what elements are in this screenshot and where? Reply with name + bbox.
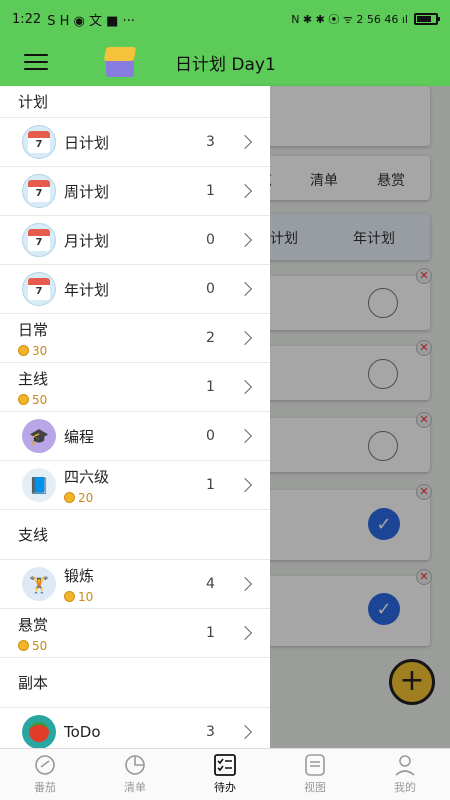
coin-reward: 30 xyxy=(18,344,48,358)
item-count: 0 xyxy=(206,428,215,444)
tomato-clock-icon xyxy=(33,754,57,776)
chevron-right-icon xyxy=(237,379,253,395)
drawer-item-week-plan[interactable]: 7 周计划 1 xyxy=(0,167,270,216)
coin-value: 50 xyxy=(32,392,48,407)
drawer-item-label: 日常 xyxy=(18,320,49,339)
tomato-icon xyxy=(22,715,56,748)
coin-reward: 10 xyxy=(64,590,94,604)
status-time: 1:22 xyxy=(12,11,42,27)
coin-reward: 50 xyxy=(18,639,48,653)
status-right-icons: N ✱ ✱ ⦿ ᯤ 2 56 46 ıl xyxy=(291,13,408,26)
section-header-dungeon: 副本 xyxy=(0,658,270,708)
nav-tab-todo[interactable]: 待办 xyxy=(180,749,270,800)
calendar-icon: 7 xyxy=(22,223,56,257)
nav-label: 我的 xyxy=(394,781,416,794)
nav-label: 清单 xyxy=(124,781,146,794)
chevron-right-icon xyxy=(237,183,253,199)
drawer-item-label: 四六级 xyxy=(64,467,110,486)
chevron-right-icon xyxy=(237,625,253,641)
drawer-item-label: 年计划 xyxy=(64,280,110,299)
drawer-item-label: 日计划 xyxy=(64,133,110,152)
page-title: 日计划 Day1 xyxy=(175,54,276,75)
section-header-side: 支线 xyxy=(0,510,270,560)
chevron-right-icon xyxy=(237,232,253,248)
coin-reward: 20 xyxy=(64,491,109,505)
drawer-item-todo[interactable]: ToDo 3 xyxy=(0,708,270,748)
drawer-item-label: 锻炼 xyxy=(64,566,95,585)
item-count: 1 xyxy=(206,477,215,493)
drawer-item-label: 月计划 xyxy=(64,231,110,250)
item-count: 0 xyxy=(206,281,215,297)
coin-reward: 50 xyxy=(18,393,48,407)
notes-icon xyxy=(303,754,327,776)
item-count: 3 xyxy=(206,134,215,150)
pie-chart-icon xyxy=(123,754,147,776)
drawer-item-label: 悬赏 xyxy=(18,615,49,634)
coin-icon xyxy=(18,640,29,651)
chevron-right-icon xyxy=(237,281,253,297)
drawer-item-label: 编程 xyxy=(64,427,95,446)
chevron-right-icon xyxy=(237,330,253,346)
status-left-icons: S H ◉ 文 ■ ··· xyxy=(47,13,135,29)
coin-icon xyxy=(64,492,75,503)
drawer-item-label: 主线 xyxy=(18,369,49,388)
drawer-item-daily[interactable]: 日常 30 2 xyxy=(0,314,270,363)
drawer-item-label: ToDo xyxy=(64,723,101,741)
item-count: 0 xyxy=(206,232,215,248)
dumbbell-icon: 🏋 xyxy=(22,567,56,601)
chevron-right-icon xyxy=(237,576,253,592)
bottom-navigation: 番茄 清单 待办 视图 我的 xyxy=(0,748,450,800)
drawer-item-mainline[interactable]: 主线 50 1 xyxy=(0,363,270,412)
nav-label: 番茄 xyxy=(34,781,56,794)
drawer-item-year-plan[interactable]: 7 年计划 0 xyxy=(0,265,270,314)
drawer-item-coding[interactable]: 🎓 编程 0 xyxy=(0,412,270,461)
nav-tab-profile[interactable]: 我的 xyxy=(360,749,450,800)
app-bar: 日计划 Day1 xyxy=(0,38,450,86)
checklist-icon xyxy=(213,754,237,776)
status-bar: 1:22 S H ◉ 文 ■ ··· N ✱ ✱ ⦿ ᯤ 2 56 46 ıl xyxy=(0,0,450,38)
calendar-icon: 7 xyxy=(22,125,56,159)
coin-icon xyxy=(18,345,29,356)
nav-tab-list[interactable]: 清单 xyxy=(90,749,180,800)
coin-icon xyxy=(64,591,75,602)
calendar-icon: 7 xyxy=(22,174,56,208)
chevron-right-icon xyxy=(237,428,253,444)
book-icon: 📘 xyxy=(22,468,56,502)
drawer-item-cet[interactable]: 📘 四六级 20 1 xyxy=(0,461,270,510)
app-logo-icon xyxy=(103,47,137,77)
item-count: 4 xyxy=(206,576,215,592)
coin-value: 20 xyxy=(78,490,94,505)
coin-value: 30 xyxy=(32,343,48,358)
item-count: 3 xyxy=(206,724,215,740)
drawer-item-month-plan[interactable]: 7 月计划 0 xyxy=(0,216,270,265)
chevron-right-icon xyxy=(237,724,253,740)
nav-label: 待办 xyxy=(214,781,236,794)
graduation-cap-icon: 🎓 xyxy=(22,419,56,453)
coin-value: 10 xyxy=(78,589,94,604)
coin-value: 50 xyxy=(32,638,48,653)
item-count: 1 xyxy=(206,379,215,395)
app-screen: 1:22 S H ◉ 文 ■ ··· N ✱ ✱ ⦿ ᯤ 2 56 46 ıl … xyxy=(0,0,450,800)
navigation-drawer: 计划 7 日计划 3 7 周计划 1 7 月计划 0 7 年计划 0 日常 30… xyxy=(0,86,270,748)
item-count: 1 xyxy=(206,625,215,641)
profile-icon xyxy=(393,754,417,776)
chevron-right-icon xyxy=(237,134,253,150)
drawer-item-day-plan[interactable]: 7 日计划 3 xyxy=(0,118,270,167)
chevron-right-icon xyxy=(237,477,253,493)
coin-icon xyxy=(18,394,29,405)
nav-label: 视图 xyxy=(304,781,326,794)
section-header-plan: 计划 xyxy=(0,86,270,118)
drawer-item-label: 周计划 xyxy=(64,182,110,201)
item-count: 2 xyxy=(206,330,215,346)
nav-tab-view[interactable]: 视图 xyxy=(270,749,360,800)
battery-icon xyxy=(414,13,440,25)
drawer-item-bounty[interactable]: 悬赏 50 1 xyxy=(0,609,270,658)
drawer-scrim[interactable] xyxy=(270,86,450,748)
menu-icon[interactable] xyxy=(24,54,48,70)
drawer-item-workout[interactable]: 🏋 锻炼 10 4 xyxy=(0,560,270,609)
item-count: 1 xyxy=(206,183,215,199)
nav-tab-tomato[interactable]: 番茄 xyxy=(0,749,90,800)
calendar-icon: 7 xyxy=(22,272,56,306)
